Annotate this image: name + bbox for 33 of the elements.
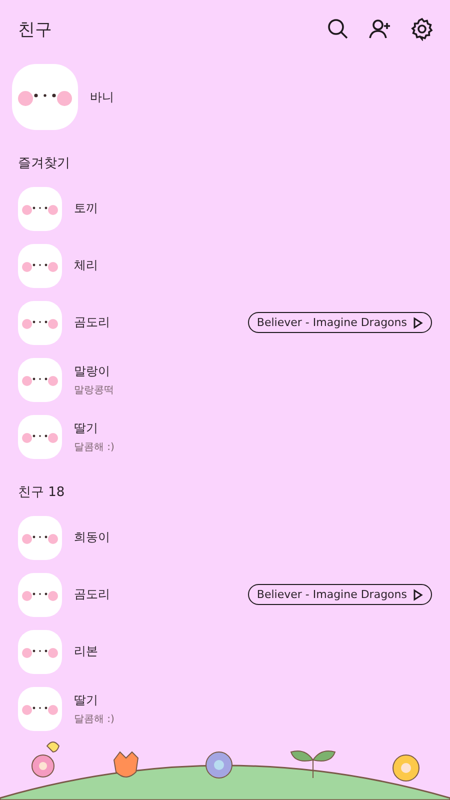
- friend-name[interactable]: 토끼: [74, 200, 432, 217]
- section-title: 친구 18: [17, 484, 66, 502]
- page-title: 친구: [18, 18, 53, 40]
- avatar-icon: [18, 516, 62, 560]
- play-icon: [413, 316, 423, 328]
- friend-name[interactable]: 체리: [74, 257, 432, 274]
- status-message: 달콤해 :): [74, 712, 116, 726]
- status-message: 달콤해 :): [74, 440, 116, 454]
- friend-name[interactable]: 희동이: [74, 529, 432, 546]
- friend-name[interactable]: 딸기: [74, 420, 432, 436]
- avatar-icon: [18, 414, 62, 458]
- avatar-icon: [18, 186, 62, 230]
- avatar-icon: [18, 572, 62, 616]
- profile-name[interactable]: 바니: [90, 88, 114, 106]
- avatar-icon: [18, 300, 62, 344]
- avatar-icon: [18, 686, 62, 730]
- avatar-icon: [12, 64, 78, 130]
- avatar-icon: [18, 630, 62, 674]
- section-title: 즐겨찾기: [17, 155, 71, 173]
- avatar-icon: [18, 358, 62, 402]
- play-icon: [413, 588, 423, 600]
- music-button[interactable]: Believer - Imagine Dragons: [248, 584, 432, 605]
- friend-name[interactable]: 곰도리: [74, 586, 236, 603]
- add-person-icon[interactable]: [368, 17, 392, 41]
- friend-name[interactable]: 리본: [74, 643, 432, 660]
- avatar-icon: [18, 244, 62, 288]
- friend-name[interactable]: 말랑이: [74, 362, 432, 380]
- music-button[interactable]: Believer - Imagine Dragons: [248, 312, 432, 333]
- friend-name[interactable]: 곰도리: [74, 314, 236, 331]
- search-icon[interactable]: [326, 17, 350, 41]
- friend-name[interactable]: 딸기: [74, 692, 432, 708]
- status-message: 말랑콩떡: [74, 384, 115, 396]
- settings-icon[interactable]: [410, 17, 434, 41]
